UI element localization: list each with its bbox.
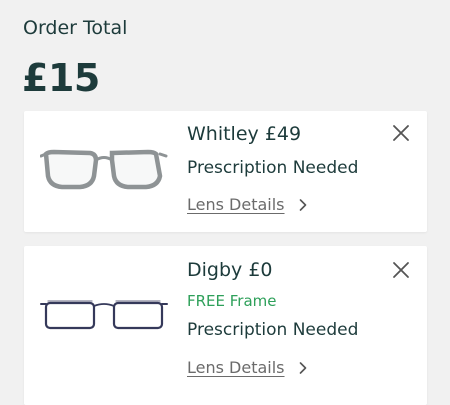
cart-item-card: Whitley £49 Prescription Needed Lens Det… [24,111,427,232]
order-total-amount: £15 [22,56,100,100]
item-name-price: Whitley £49 [187,123,301,145]
lens-details-label: Lens Details [187,358,285,377]
lens-details-label: Lens Details [187,195,285,214]
chevron-right-icon [299,361,306,374]
close-icon[interactable] [391,123,411,143]
chevron-right-icon [299,198,306,211]
lens-details-link[interactable]: Lens Details [187,358,307,377]
order-total-label: Order Total [23,17,128,39]
free-frame-badge: FREE Frame [187,292,277,310]
prescription-status: Prescription Needed [187,320,359,340]
item-name: Whitley [187,123,259,145]
item-name: Digby [187,259,243,281]
whitley-glasses-image [40,149,168,190]
cart-item-card: Digby £0 FREE Frame Prescription Needed … [24,246,427,405]
item-price: £49 [264,123,302,145]
lens-details-link[interactable]: Lens Details [187,195,307,214]
close-icon[interactable] [391,260,411,280]
item-price: £0 [248,259,273,281]
digby-glasses-image [40,300,168,330]
item-name-price: Digby £0 [187,259,273,281]
prescription-status: Prescription Needed [187,158,359,178]
